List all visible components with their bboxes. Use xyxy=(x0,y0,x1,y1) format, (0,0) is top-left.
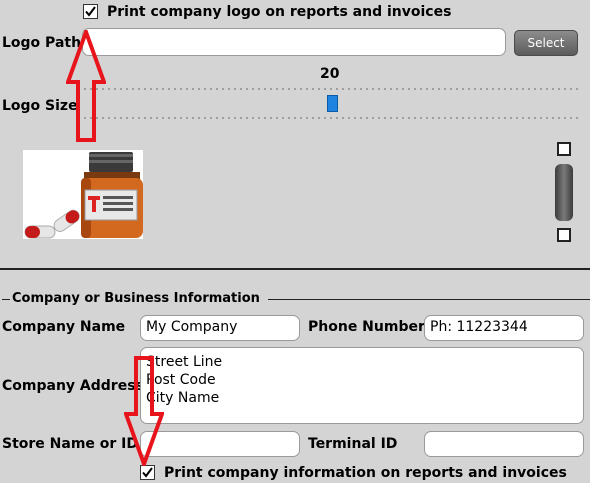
scroll-down-toggle[interactable] xyxy=(557,228,571,242)
logo-size-value: 20 xyxy=(320,66,340,82)
logo-size-slider[interactable] xyxy=(82,95,582,112)
company-name-input[interactable]: My Company xyxy=(140,315,300,341)
phone-number-input[interactable]: Ph: 11223344 xyxy=(424,315,584,341)
logo-preview xyxy=(23,150,143,239)
checkmark-icon xyxy=(142,467,153,478)
medicine-bottle-icon xyxy=(24,152,143,239)
slider-thumb[interactable] xyxy=(326,95,338,112)
section-title: Company or Business Information xyxy=(12,291,260,306)
phone-number-label: Phone Number xyxy=(308,319,425,335)
print-logo-checkbox[interactable] xyxy=(83,4,98,19)
address-line: Post Code xyxy=(146,372,216,388)
logo-path-label: Logo Path xyxy=(2,35,82,51)
logo-path-input[interactable] xyxy=(82,28,506,56)
section-divider xyxy=(0,268,590,270)
address-line: Street Line xyxy=(146,354,223,370)
print-info-checkbox[interactable] xyxy=(140,465,155,480)
checkmark-icon xyxy=(85,6,96,17)
company-address-label: Company Address xyxy=(2,378,144,394)
logo-size-label: Logo Size xyxy=(2,98,78,114)
slider-tick-row-top xyxy=(82,88,582,90)
select-button[interactable]: Select xyxy=(514,30,578,56)
section-header-line-right xyxy=(268,299,590,300)
scrollbar-thumb[interactable] xyxy=(555,164,573,221)
print-info-label: Print company information on reports and… xyxy=(164,465,567,481)
store-name-label: Store Name or ID xyxy=(2,436,139,452)
address-line: City Name xyxy=(146,390,220,406)
slider-tick-row-bottom xyxy=(82,117,582,119)
section-header-line-left xyxy=(2,299,10,300)
terminal-id-input[interactable] xyxy=(424,431,584,457)
terminal-id-label: Terminal ID xyxy=(308,436,398,452)
company-address-textarea[interactable]: Street Line Post Code City Name xyxy=(140,347,584,424)
scroll-up-toggle[interactable] xyxy=(557,142,571,156)
store-name-input[interactable] xyxy=(140,431,300,457)
print-logo-label: Print company logo on reports and invoic… xyxy=(107,4,452,20)
company-name-label: Company Name xyxy=(2,319,126,335)
